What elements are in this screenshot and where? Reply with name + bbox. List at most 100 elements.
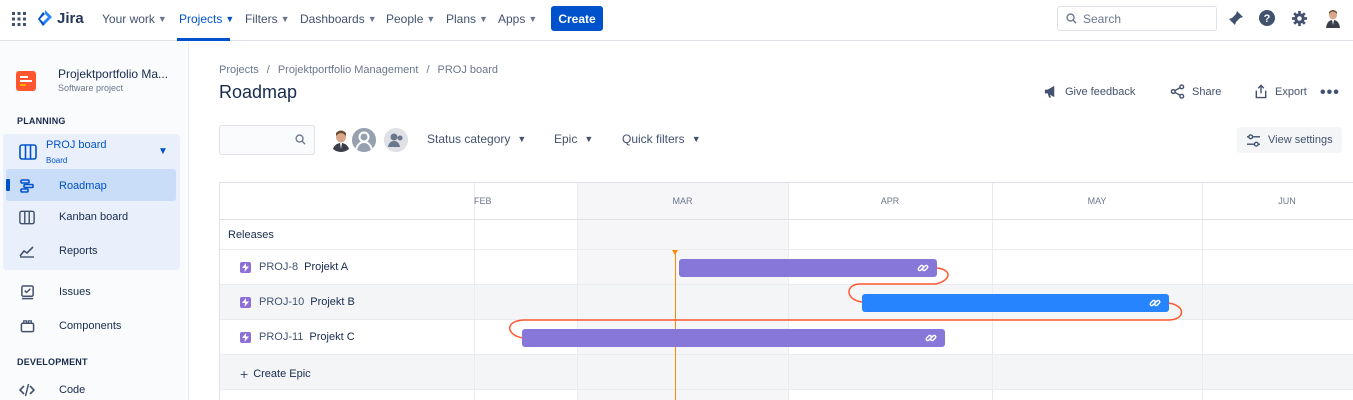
epic-bar[interactable] <box>522 329 945 347</box>
app-switcher-icon[interactable] <box>11 11 27 27</box>
chevron-down-icon: ▼ <box>280 14 290 24</box>
view-settings-button[interactable]: View settings <box>1237 127 1342 153</box>
nav-people[interactable]: People ▼ <box>386 12 435 26</box>
share-button[interactable]: Share <box>1170 84 1221 99</box>
chevron-down-icon: ▼ <box>367 14 377 24</box>
link-icon[interactable] <box>1149 297 1161 312</box>
reports-icon <box>18 242 36 260</box>
view-settings-label: View settings <box>1268 134 1333 146</box>
nav-projects[interactable]: Projects ▼ <box>179 12 234 26</box>
add-people-icon[interactable] <box>382 126 410 154</box>
nav-filters[interactable]: Filters ▼ <box>245 12 290 26</box>
assignee-avatar-unassigned[interactable] <box>350 126 378 154</box>
epic-bar[interactable] <box>679 259 937 277</box>
give-feedback-label: Give feedback <box>1065 85 1136 98</box>
create-button[interactable]: Create <box>551 6 603 31</box>
issues-icon <box>18 283 36 301</box>
status-category-filter[interactable]: Status category ▼ <box>427 132 526 146</box>
chevron-down-icon[interactable]: ▼ <box>158 146 168 157</box>
export-icon <box>1255 84 1267 99</box>
components-icon <box>18 317 36 335</box>
search-icon <box>1066 13 1077 24</box>
sidebar-item-roadmap[interactable]: Roadmap <box>18 177 107 195</box>
sidebar-item-label: Reports <box>59 245 98 257</box>
sidebar-item-label: Components <box>59 320 122 332</box>
sidebar-item-reports[interactable]: Reports <box>18 242 98 260</box>
link-icon[interactable] <box>925 332 937 347</box>
roadmap-search-input[interactable] <box>219 125 315 155</box>
give-feedback-button[interactable]: Give feedback <box>1043 84 1135 99</box>
board-subtitle: Board <box>46 156 68 165</box>
nav-label: Apps <box>498 12 526 26</box>
board-title: PROJ board <box>46 139 107 151</box>
sidebar-item-label: Code <box>59 384 86 396</box>
settings-sliders-icon <box>1247 133 1260 147</box>
sidebar-item-label: Issues <box>59 286 91 298</box>
megaphone-icon <box>1044 85 1055 98</box>
planning-section-header: PLANNING <box>17 116 66 126</box>
project-name[interactable]: Projektportfolio Ma... <box>58 67 173 81</box>
code-icon <box>18 381 36 399</box>
roadmap-icon <box>18 177 36 195</box>
search-placeholder: Search <box>1083 11 1122 26</box>
sidebar-item-label: Kanban board <box>59 211 129 223</box>
nav-label: Projects <box>179 12 223 26</box>
chevron-down-icon: ▼ <box>479 14 488 24</box>
nav-label: Plans <box>446 12 477 26</box>
nav-plans[interactable]: Plans ▼ <box>446 12 488 26</box>
export-label: Export <box>1275 85 1307 98</box>
nav-label: People <box>386 12 424 26</box>
more-actions-icon[interactable]: ••• <box>1320 84 1340 102</box>
sidebar-item-issues[interactable]: Issues <box>18 283 91 301</box>
svg-text:?: ? <box>1264 13 1271 25</box>
notifications-icon[interactable] <box>1227 9 1245 27</box>
search-input[interactable]: Search <box>1057 6 1217 31</box>
nav-label: Dashboards <box>300 12 365 26</box>
breadcrumb-projects[interactable]: Projects <box>219 64 259 76</box>
share-icon <box>1170 84 1185 99</box>
top-navigation: Jira Your work ▼ Projects ▼ Filters ▼ Dashb… <box>0 0 1353 41</box>
export-button[interactable]: Export <box>1254 84 1307 99</box>
breadcrumb-separator: / <box>266 64 270 76</box>
chevron-down-icon: ▼ <box>528 14 538 24</box>
breadcrumb: Projects / Projektportfolio Management /… <box>219 64 498 76</box>
share-label: Share <box>1192 85 1222 98</box>
board-icon <box>19 144 37 163</box>
project-sidebar: Projektportfolio Ma... Software project … <box>0 41 189 400</box>
filter-label: Status category <box>427 132 511 146</box>
development-section-header: DEVELOPMENT <box>17 357 88 367</box>
active-marker <box>6 179 10 191</box>
page-title: Roadmap <box>219 82 298 102</box>
roadmap-timeline: Releases PROJ-8 Projekt A PROJ-10 Projek… <box>219 182 1353 400</box>
jira-logo-icon <box>38 10 52 26</box>
search-icon <box>295 134 306 148</box>
nav-label: Your work <box>102 12 155 26</box>
board-icon <box>18 208 36 226</box>
project-type: Software project <box>58 83 124 93</box>
sidebar-item-label: Roadmap <box>59 180 107 192</box>
nav-apps[interactable]: Apps ▼ <box>498 12 537 26</box>
project-avatar-icon[interactable] <box>16 71 36 91</box>
chevron-down-icon: ▼ <box>691 134 701 144</box>
nav-your-work[interactable]: Your work ▼ <box>102 12 167 26</box>
chevron-down-icon: ▼ <box>157 14 167 24</box>
jira-logo-text: Jira <box>57 9 84 27</box>
user-avatar[interactable] <box>1323 8 1343 28</box>
link-icon[interactable] <box>917 262 929 277</box>
nav-dashboards[interactable]: Dashboards ▼ <box>300 12 377 26</box>
chevron-down-icon: ▼ <box>426 14 436 24</box>
dependency-lines <box>509 267 1183 339</box>
jira-logo[interactable]: Jira <box>37 9 84 27</box>
epic-bar[interactable] <box>862 294 1169 312</box>
sidebar-item-code[interactable]: Code <box>18 381 85 399</box>
help-icon[interactable]: ? <box>1258 9 1276 27</box>
sidebar-item-components[interactable]: Components <box>18 317 121 335</box>
breadcrumb-project[interactable]: Projektportfolio Management <box>278 64 419 76</box>
epic-filter[interactable]: Epic ▼ <box>554 132 593 146</box>
breadcrumb-board[interactable]: PROJ board <box>438 64 499 76</box>
gear-icon[interactable] <box>1290 9 1308 27</box>
sidebar-item-kanban-board[interactable]: Kanban board <box>18 208 128 226</box>
chevron-down-icon: ▼ <box>225 14 235 24</box>
quick-filters-dropdown[interactable]: Quick filters ▼ <box>622 132 701 146</box>
chevron-down-icon: ▼ <box>584 134 594 144</box>
